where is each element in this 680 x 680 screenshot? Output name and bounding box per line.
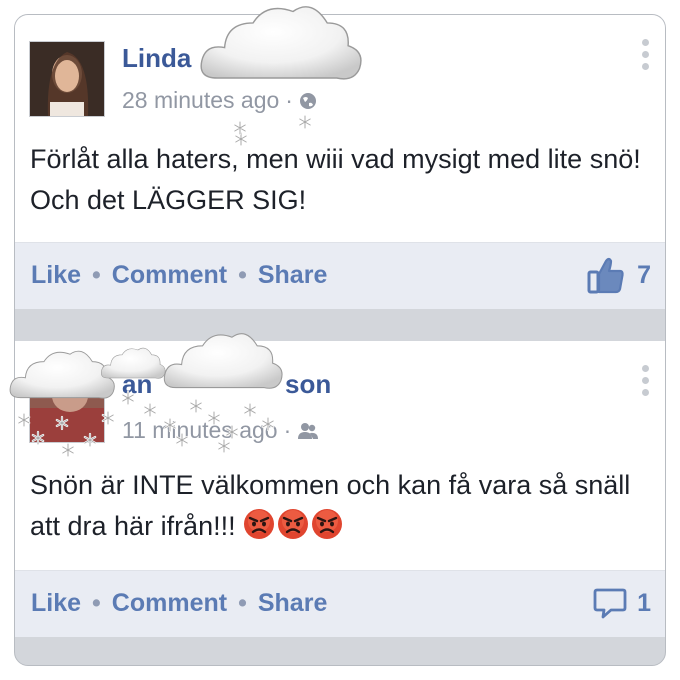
action-separator: •	[92, 261, 101, 289]
action-separator: •	[238, 589, 247, 617]
angry-face-icon	[277, 508, 309, 540]
share-link[interactable]: Share	[258, 589, 327, 617]
friends-icon	[297, 417, 319, 443]
avatar[interactable]	[29, 41, 105, 117]
post-time[interactable]: 11 minutes ago	[122, 417, 278, 443]
action-separator: •	[238, 261, 247, 289]
action-separator: •	[92, 589, 101, 617]
feed-post: an son 11 minutes ago · Snön är INTE välk…	[15, 341, 665, 637]
avatar[interactable]	[29, 367, 105, 443]
post-text: Snön är INTE välkommen och kan få vara s…	[30, 465, 650, 547]
share-link[interactable]: Share	[258, 261, 327, 289]
author-name-fragment: an	[122, 369, 153, 399]
comment-link[interactable]: Comment	[112, 589, 227, 617]
news-feed: Linda 28 minutes ago · Förlåt alla haters…	[14, 14, 666, 666]
angry-face-icon	[243, 508, 275, 540]
like-link[interactable]: Like	[31, 261, 81, 289]
post-text: Förlåt alla haters, men wiii vad mysigt …	[30, 144, 641, 215]
post-time[interactable]: 28 minutes ago	[122, 87, 279, 113]
post-action-bar: Like • Comment • Share 7	[15, 242, 665, 309]
meta-separator: ·	[285, 87, 293, 113]
like-link[interactable]: Like	[31, 589, 81, 617]
post-author[interactable]: Linda	[122, 43, 191, 74]
comment-bubble-icon[interactable]	[593, 586, 627, 620]
globe-icon	[299, 87, 317, 113]
comment-link[interactable]: Comment	[112, 261, 227, 289]
feed-post: Linda 28 minutes ago · Förlåt alla haters…	[15, 15, 665, 309]
post-meta: 28 minutes ago ·	[122, 87, 317, 114]
author-name-fragment: son	[285, 369, 332, 399]
thumbs-up-icon[interactable]	[587, 255, 625, 295]
angry-face-icon	[311, 508, 343, 540]
more-options-icon[interactable]	[641, 365, 651, 405]
more-options-icon[interactable]	[641, 39, 651, 79]
comment-count[interactable]: 1	[637, 589, 651, 618]
post-action-bar: Like • Comment • Share 1	[15, 570, 665, 637]
post-meta: 11 minutes ago ·	[122, 417, 319, 444]
meta-separator: ·	[283, 417, 292, 443]
like-count[interactable]: 7	[637, 261, 651, 290]
